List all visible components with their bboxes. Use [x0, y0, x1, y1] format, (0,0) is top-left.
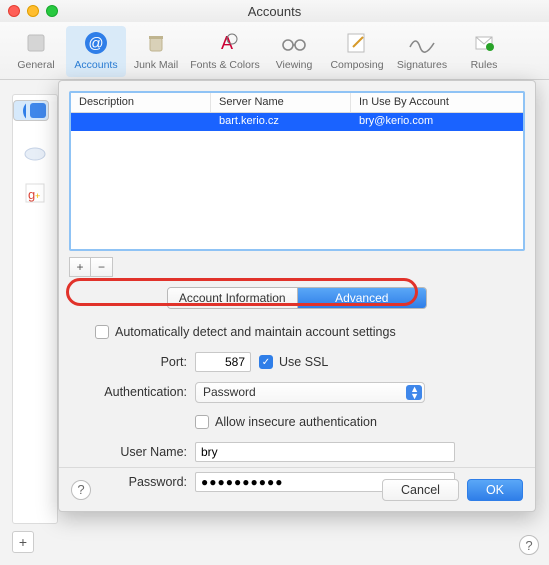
fonts-icon: A: [211, 29, 239, 57]
auth-select[interactable]: Password ▲▼: [195, 382, 425, 403]
ok-button[interactable]: OK: [467, 479, 523, 501]
signature-icon: [408, 29, 436, 57]
tab-fonts-colors[interactable]: A Fonts & Colors: [186, 26, 264, 77]
auto-detect-checkbox[interactable]: [95, 325, 109, 339]
cancel-button[interactable]: Cancel: [382, 479, 459, 501]
sidebar-account-icloud[interactable]: [17, 134, 53, 170]
compose-icon: [343, 29, 371, 57]
tab-signatures[interactable]: Signatures: [390, 26, 454, 77]
table-header: Description Server Name In Use By Accoun…: [71, 93, 523, 113]
rules-icon: [470, 29, 498, 57]
sidebar-add-button[interactable]: +: [12, 531, 34, 553]
glasses-icon: [280, 29, 308, 57]
tab-accounts[interactable]: @ Accounts: [66, 26, 126, 77]
tab-advanced[interactable]: Advanced: [298, 288, 427, 308]
svg-text:@: @: [88, 35, 103, 52]
smtp-sheet: Description Server Name In Use By Accoun…: [58, 80, 536, 512]
tab-junkmail[interactable]: Junk Mail: [126, 26, 186, 77]
server-table: Description Server Name In Use By Accoun…: [69, 91, 525, 251]
port-input[interactable]: [195, 352, 251, 372]
titlebar: Accounts: [0, 0, 549, 22]
tab-segment: Account Information Advanced: [167, 287, 427, 309]
auth-label: Authentication:: [75, 385, 195, 399]
col-server-name[interactable]: Server Name: [211, 93, 351, 112]
svg-text:A: A: [221, 33, 233, 53]
remove-server-button[interactable]: −: [91, 257, 113, 277]
svg-text:+: +: [35, 191, 40, 201]
username-input[interactable]: [195, 442, 455, 462]
sheet-footer: ? Cancel OK: [59, 467, 535, 511]
sidebar-account-google[interactable]: g+: [17, 175, 53, 211]
auto-detect-label: Automatically detect and maintain accoun…: [115, 325, 396, 339]
port-label: Port:: [75, 355, 195, 369]
col-in-use[interactable]: In Use By Account: [351, 93, 523, 112]
table-row[interactable]: bart.kerio.cz bry@kerio.com: [71, 113, 523, 131]
use-ssl-checkbox[interactable]: ✓: [259, 355, 273, 369]
tab-rules[interactable]: Rules: [454, 26, 514, 77]
tab-account-info[interactable]: Account Information: [168, 288, 298, 308]
tab-general[interactable]: General: [6, 26, 66, 77]
allow-insecure-label: Allow insecure authentication: [215, 415, 377, 429]
col-description[interactable]: Description: [71, 93, 211, 112]
sidebar-account-kerio[interactable]: @: [13, 100, 49, 121]
add-server-button[interactable]: +: [69, 257, 91, 277]
window-title: Accounts: [0, 4, 549, 19]
prefs-toolbar: General @ Accounts Junk Mail A Fonts & C…: [0, 22, 549, 80]
allow-insecure-checkbox[interactable]: [195, 415, 209, 429]
cell-account: bry@kerio.com: [351, 113, 523, 131]
table-empty-area[interactable]: [71, 131, 523, 249]
tab-viewing[interactable]: Viewing: [264, 26, 324, 77]
cell-description: [71, 113, 211, 131]
trash-icon: [142, 29, 170, 57]
window-help-button[interactable]: ?: [519, 535, 539, 555]
at-icon: @: [82, 29, 110, 57]
help-button[interactable]: ?: [71, 480, 91, 500]
use-ssl-label: Use SSL: [279, 355, 328, 369]
auth-value: Password: [203, 385, 256, 399]
tab-composing[interactable]: Composing: [324, 26, 390, 77]
username-label: User Name:: [75, 445, 195, 459]
gear-icon: [22, 29, 50, 57]
chevron-updown-icon: ▲▼: [410, 386, 419, 400]
accounts-sidebar: @ g+: [12, 94, 58, 524]
cell-server: bart.kerio.cz: [211, 113, 351, 131]
